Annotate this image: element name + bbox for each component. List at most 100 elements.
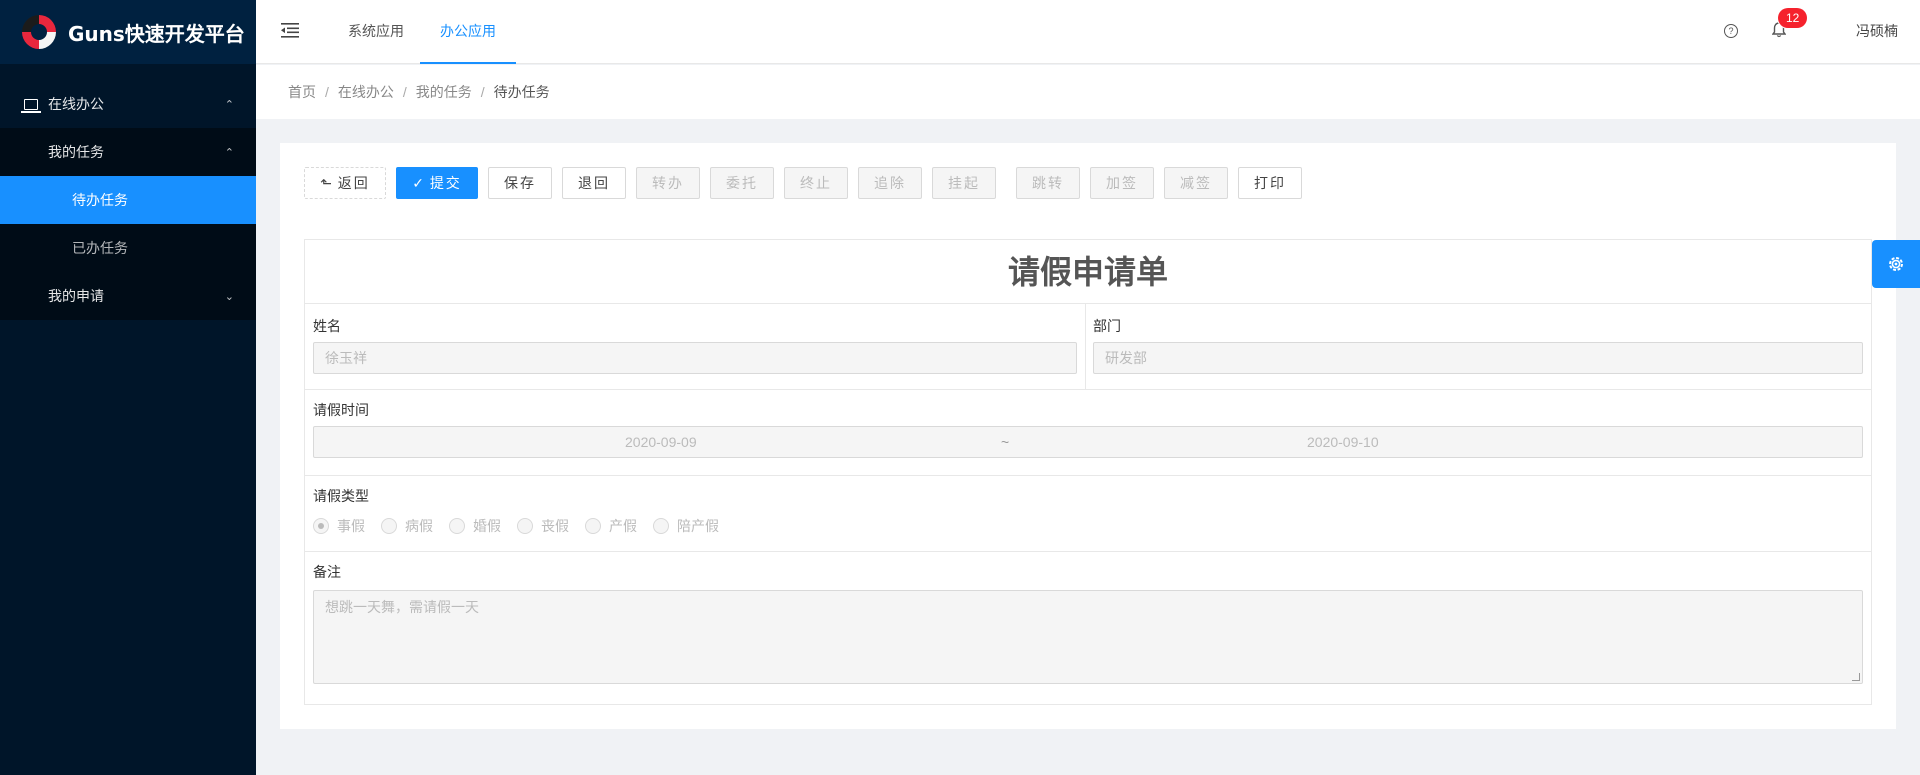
resize-handle-icon[interactable] [1852,673,1860,681]
column-divider [1085,304,1086,389]
form-row-remark: 备注 想跳一天舞，需请假一天 [305,552,1871,703]
side-menu: 在线办公 ⌃ 我的任务 ⌃ 待办任务 已办任务 我的申请 ⌄ [0,80,256,320]
sidebar-item-done-tasks[interactable]: 已办任务 [0,224,256,272]
content-card: ⬑ 返回 ✓ 提交 保存 退回 转办 委托 终止 追除 挂起 跳转 加签 减签 … [280,143,1896,729]
laptop-icon [21,98,41,113]
sidebar-item-online-office[interactable]: 在线办公 ⌃ [0,80,256,128]
button-label: 转办 [652,175,684,191]
button-label: 退回 [578,175,610,191]
radio-dot [449,518,465,534]
breadcrumb: 首页 / 在线办公 / 我的任务 / 待办任务 [256,65,1920,119]
remark-textarea[interactable]: 想跳一天舞，需请假一天 [313,590,1863,684]
sidebar-item-label: 已办任务 [72,240,128,256]
button-label: 返回 [337,175,370,191]
check-icon: ✓ [412,175,424,191]
radio-sick-leave[interactable]: 病假 [381,516,433,536]
chevron-up-icon: ⌃ [224,146,234,159]
end-date[interactable]: 2020-09-10 [1307,427,1379,457]
gear-icon [1889,257,1903,271]
type-label: 请假类型 [313,488,369,504]
radio-bereavement-leave[interactable]: 丧假 [517,516,569,536]
radio-dot [653,518,669,534]
tab-label: 系统应用 [348,23,404,39]
menu-fold-icon[interactable] [280,20,300,40]
guns-logo-icon [22,15,56,49]
settings-button[interactable] [1872,240,1920,288]
button-label: 打印 [1254,175,1286,191]
radio-label: 产假 [609,518,637,534]
remark-text: 想跳一天舞，需请假一天 [325,599,479,615]
form-row-name-dept: 姓名 徐玉祥 部门 研发部 [305,304,1871,390]
radio-dot [585,518,601,534]
tab-office-apps[interactable]: 办公应用 [420,0,516,64]
sidebar-item-label: 我的申请 [48,288,104,304]
sidebar-item-my-applications[interactable]: 我的申请 ⌄ [0,272,256,320]
leave-form: 请假申请单 姓名 徐玉祥 部门 研发部 请假时间 2020-09-09 ~ 20… [304,239,1872,705]
button-label: 委托 [726,175,758,191]
logo[interactable]: Guns快速开发平台 [0,0,256,64]
chevron-up-icon: ⌃ [224,98,234,111]
button-label: 提交 [429,175,462,191]
radio-label: 病假 [405,518,433,534]
remark-label: 备注 [313,564,341,580]
remove-sign-button[interactable]: 减签 [1164,167,1228,199]
radio-label: 婚假 [473,518,501,534]
radio-label: 事假 [337,518,365,534]
radio-marriage-leave[interactable]: 婚假 [449,516,501,536]
date-range-picker[interactable]: 2020-09-09 ~ 2020-09-10 [313,426,1863,458]
submenu: 我的任务 ⌃ 待办任务 已办任务 我的申请 ⌄ [0,128,256,320]
dept-label: 部门 [1093,318,1121,334]
breadcrumb-separator: / [480,84,485,100]
radio-dot [381,518,397,534]
transfer-button[interactable]: 转办 [636,167,700,199]
help-icon[interactable]: ? [1724,24,1738,38]
radio-paternity-leave[interactable]: 陪产假 [653,516,719,536]
save-button[interactable]: 保存 [488,167,552,199]
radio-label: 陪产假 [677,518,719,534]
jump-button[interactable]: 跳转 [1016,167,1080,199]
form-title: 请假申请单 [305,240,1871,304]
top-header: 系统应用 办公应用 ? 12 冯硕楠 [256,0,1920,64]
breadcrumb-current: 待办任务 [493,84,550,100]
user-name[interactable]: 冯硕楠 [1856,0,1898,62]
tab-label: 办公应用 [440,23,496,39]
notification-badge: 12 [1778,8,1808,28]
button-label: 追除 [874,175,906,191]
sidebar-item-my-tasks[interactable]: 我的任务 ⌃ [0,128,256,176]
radio-label: 丧假 [541,518,569,534]
form-row-period: 请假时间 2020-09-09 ~ 2020-09-10 [305,390,1871,476]
back-button[interactable]: ⬑ 返回 [304,167,386,199]
breadcrumb-my-tasks[interactable]: 我的任务 [416,82,472,102]
reject-button[interactable]: 退回 [562,167,626,199]
chevron-down-icon: ⌄ [224,290,234,303]
breadcrumb-home[interactable]: 首页 [288,82,316,102]
button-label: 跳转 [1032,175,1064,191]
sidebar-item-label: 在线办公 [48,96,104,112]
add-sign-button[interactable]: 加签 [1090,167,1154,199]
form-row-type: 请假类型 事假 病假 婚假 丧假 产假 陪产假 [305,476,1871,552]
radio-personal-leave[interactable]: 事假 [313,516,365,536]
terminate-button[interactable]: 终止 [784,167,848,199]
sidebar-item-todo-tasks[interactable]: 待办任务 [0,176,256,224]
revoke-button[interactable]: 追除 [858,167,922,199]
tab-system-apps[interactable]: 系统应用 [344,0,408,64]
dept-field[interactable]: 研发部 [1093,342,1863,374]
sidebar: Guns快速开发平台 在线办公 ⌃ 我的任务 ⌃ 待办任务 已办任务 我的申请 … [0,0,256,775]
submit-button[interactable]: ✓ 提交 [396,167,478,199]
leave-type-radio-group: 事假 病假 婚假 丧假 产假 陪产假 [313,516,735,536]
button-label: 减签 [1180,175,1212,191]
start-date[interactable]: 2020-09-09 [625,427,697,457]
name-field[interactable]: 徐玉祥 [313,342,1077,374]
period-label: 请假时间 [313,402,369,418]
radio-dot [517,518,533,534]
radio-maternity-leave[interactable]: 产假 [585,516,637,536]
button-label: 保存 [504,175,536,191]
delegate-button[interactable]: 委托 [710,167,774,199]
sidebar-item-label: 我的任务 [48,144,104,160]
range-separator: ~ [1001,434,1010,450]
suspend-button[interactable]: 挂起 [932,167,996,199]
breadcrumb-online-office[interactable]: 在线办公 [338,82,394,102]
sidebar-item-label: 待办任务 [72,192,128,208]
button-label: 终止 [800,175,832,191]
print-button[interactable]: 打印 [1238,167,1302,199]
